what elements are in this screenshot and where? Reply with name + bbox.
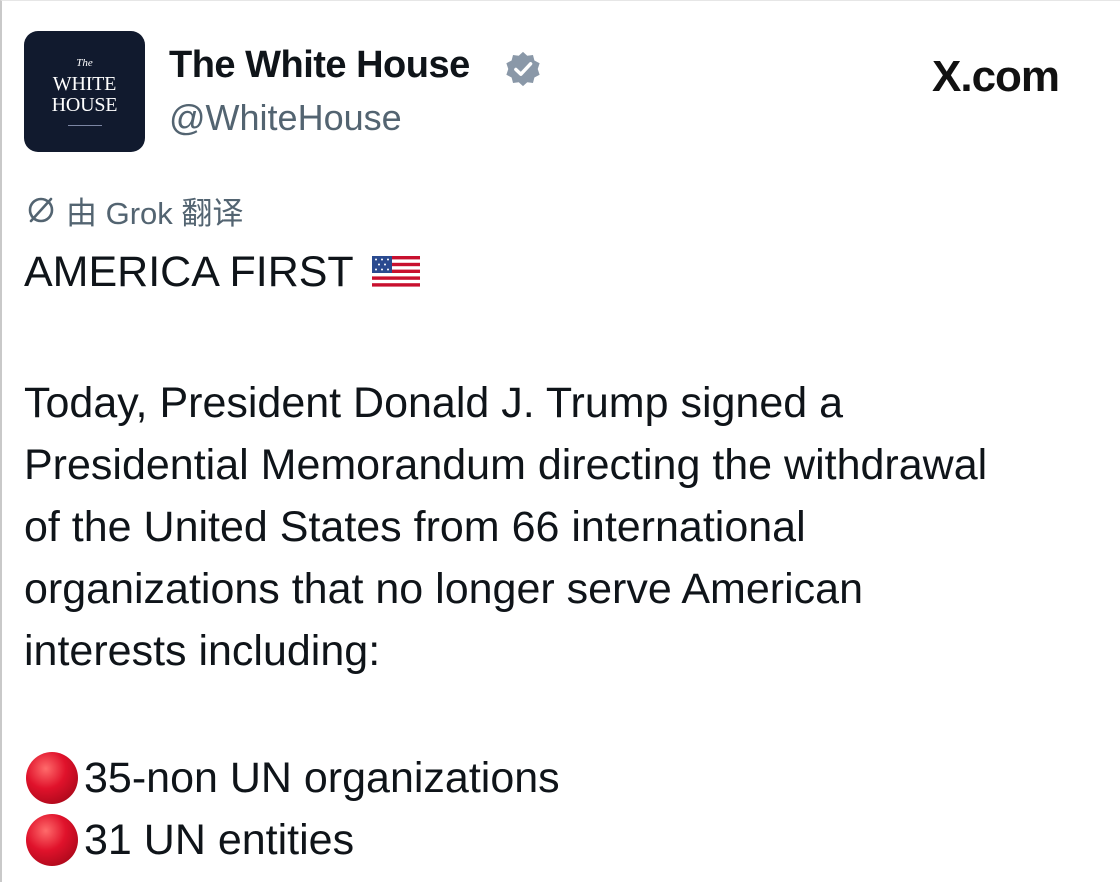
account-name[interactable]: The White House	[169, 44, 470, 87]
red-circle-icon	[26, 752, 78, 804]
bullet-text: 35-non UN organizations	[84, 753, 560, 802]
bullet-text: 31 UN entities	[84, 815, 355, 864]
bullet-item: 35-non UN organizations	[24, 750, 560, 806]
post-headline: AMERICA FIRST	[24, 248, 420, 297]
verified-badge-icon	[506, 51, 540, 87]
us-flag-icon	[371, 255, 420, 290]
red-circle-icon	[26, 814, 78, 866]
avatar-text-house: HOUSE	[51, 93, 118, 116]
post-body: Today, President Donald J. Trump signed …	[24, 372, 1104, 682]
translation-text: 由 Grok 翻译	[66, 195, 244, 231]
x-com-watermark: X.com	[932, 52, 1060, 101]
post-body-line: of the United States from 66 internation…	[24, 503, 806, 551]
grok-translation-label[interactable]: 由 Grok 翻译	[24, 192, 243, 231]
bullet-item: 31 UN entities	[24, 812, 354, 868]
post-body-line: Presidential Memorandum directing the wi…	[24, 441, 988, 489]
globe-icon	[28, 197, 54, 223]
avatar-rule	[67, 124, 102, 126]
headline-text: AMERICA FIRST	[24, 248, 354, 296]
post-body-line: Today, President Donald J. Trump signed …	[24, 379, 844, 427]
avatar[interactable]: The WHITE HOUSE	[24, 31, 145, 152]
avatar-text-the: The	[76, 56, 93, 69]
avatar-text-white: WHITE	[52, 72, 117, 95]
account-handle[interactable]: @WhiteHouse	[169, 97, 402, 139]
post-body-line: interests including:	[24, 627, 381, 675]
post-body-line: organizations that no longer serve Ameri…	[24, 565, 863, 613]
